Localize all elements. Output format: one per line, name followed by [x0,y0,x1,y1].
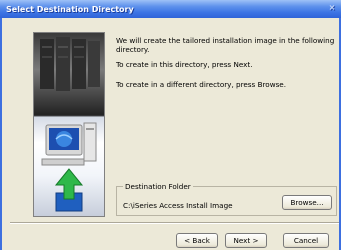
next-instruction-text: To create in this directory, press Next. [116,60,253,69]
installer-side-illustration [33,32,105,217]
intro-text-line1: We will create the tailored installation… [116,36,335,45]
destination-folder-legend: Destination Folder [123,182,193,191]
next-button[interactable]: Next > [225,233,267,248]
close-icon[interactable]: × [327,3,337,13]
title-bar[interactable]: Select Destination Directory × [0,0,341,18]
destination-path-text: C:\iSeries Access Install Image [123,201,233,210]
button-separator [10,222,339,224]
browse-instruction-text: To create in a different directory, pres… [116,80,287,89]
green-up-arrow-icon [54,168,84,212]
cancel-button[interactable]: Cancel [283,233,329,248]
browse-button[interactable]: Browse... [282,195,332,210]
window-title: Select Destination Directory [6,5,134,14]
intro-text-line2: directory. [116,45,150,54]
server-rack-graphic [40,37,100,91]
back-button[interactable]: < Back [176,233,218,248]
window-frame-left [0,18,2,250]
computer-icon [41,122,97,166]
